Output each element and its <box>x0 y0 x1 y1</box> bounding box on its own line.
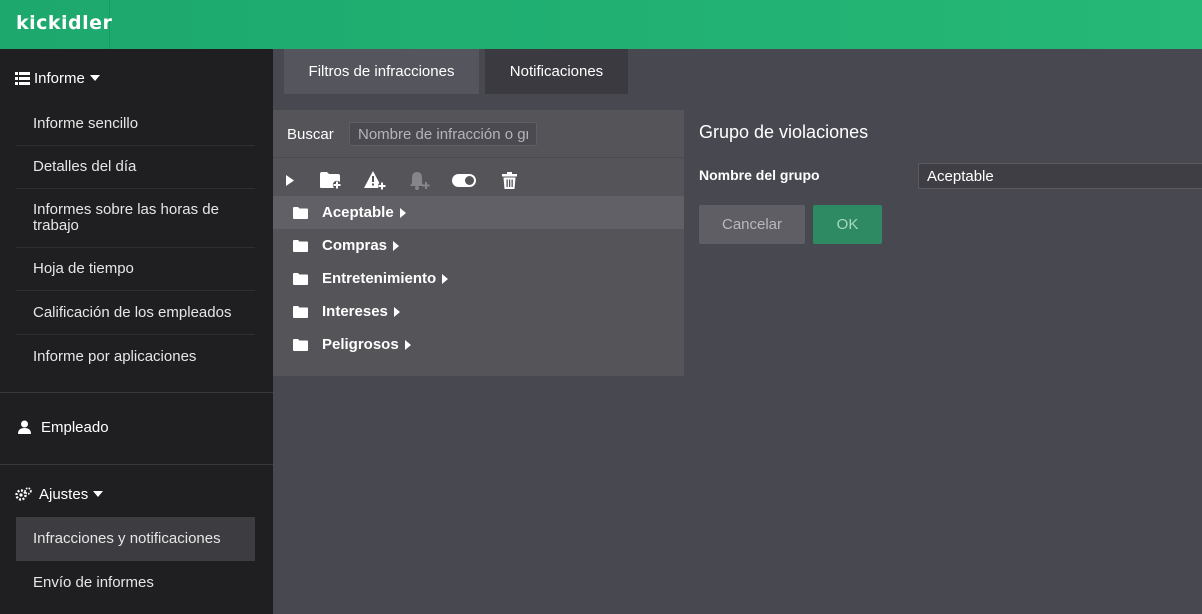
folder-icon <box>293 272 308 285</box>
tab-violation-filters[interactable]: Filtros de infracciones <box>284 49 479 94</box>
tree-item-label: Entretenimiento <box>322 270 437 287</box>
add-group-button[interactable] <box>318 167 344 193</box>
delete-button[interactable] <box>496 167 522 193</box>
sidebar-item-label: Hoja de tiempo <box>33 260 134 277</box>
folder-icon <box>293 206 308 219</box>
sidebar-item-apps-report[interactable]: Informe por aplicaciones <box>16 335 255 378</box>
sidebar-settings-header[interactable]: Ajustes <box>15 483 107 505</box>
sidebar-item-label: Detalles del día <box>33 158 137 175</box>
play-icon <box>286 174 294 186</box>
sidebar-item-employee-rating[interactable]: Calificación de los empleados <box>16 291 255 335</box>
caret-right-icon <box>399 207 406 218</box>
sidebar-item-timesheet[interactable]: Hoja de tiempo <box>16 248 255 291</box>
sidebar-item-simple-report[interactable]: Informe sencillo <box>16 102 255 146</box>
logo-box[interactable]: kickidler <box>0 0 113 49</box>
tree-item-dangerous[interactable]: Peligrosos <box>273 328 684 361</box>
group-name-input[interactable] <box>918 163 1202 189</box>
sidebar-item-day-details[interactable]: Detalles del día <box>16 146 255 189</box>
top-bar: kickidler <box>0 0 1202 49</box>
caret-right-icon <box>393 306 400 317</box>
ok-button[interactable]: OK <box>813 205 882 244</box>
sidebar-divider <box>0 392 273 393</box>
caret-down-icon <box>89 75 100 81</box>
caret-right-icon <box>393 240 400 251</box>
toggle-on-icon <box>452 173 476 187</box>
sidebar-settings-label: Ajustes <box>39 485 89 503</box>
folder-icon <box>293 338 308 351</box>
tree-item-label: Compras <box>322 237 388 254</box>
sidebar-item-report-sending[interactable]: Envío de informes <box>16 561 255 605</box>
add-notification-button[interactable] <box>407 167 433 193</box>
add-violation-button[interactable] <box>362 167 388 193</box>
tree-item-acceptable[interactable]: Aceptable <box>273 196 684 229</box>
filters-panel: Buscar Aceptable Compras Entre <box>273 110 684 376</box>
tree-toolbar <box>273 167 684 193</box>
list-icon <box>15 71 30 85</box>
bell-plus-icon <box>410 171 430 190</box>
expand-button[interactable] <box>277 167 303 193</box>
sidebar-item-label: Informe por aplicaciones <box>33 347 197 365</box>
sidebar-item-employee[interactable]: Empleado <box>18 416 109 438</box>
gears-icon <box>15 487 32 501</box>
toggle-button[interactable] <box>451 167 477 193</box>
caret-down-icon <box>93 491 104 497</box>
tree-item-shopping[interactable]: Compras <box>273 229 684 262</box>
app-logo: kickidler <box>16 12 113 34</box>
folder-icon <box>293 239 308 252</box>
search-input[interactable] <box>349 122 537 146</box>
sidebar-item-label: Envío de informes <box>33 574 154 591</box>
trash-icon <box>501 171 517 189</box>
sidebar-divider <box>0 464 273 465</box>
tree-item-entertainment[interactable]: Entretenimiento <box>273 262 684 295</box>
editor-title: Grupo de violaciones <box>699 122 869 142</box>
group-name-label: Nombre del grupo <box>699 167 820 183</box>
sidebar-item-label: Calificación de los empleados <box>33 303 232 321</box>
search-row: Buscar <box>273 110 684 158</box>
tree-item-label: Aceptable <box>322 204 394 221</box>
tree-item-label: Peligrosos <box>322 336 399 353</box>
tree-item-label: Intereses <box>322 303 388 320</box>
sidebar-employee-label: Empleado <box>41 418 109 436</box>
sidebar-item-label: Informe sencillo <box>33 114 139 132</box>
caret-right-icon <box>442 273 449 284</box>
sidebar-report-label: Informe <box>34 69 85 87</box>
cancel-button[interactable]: Cancelar <box>699 205 805 244</box>
folder-icon <box>293 305 308 318</box>
sidebar-report-header[interactable]: Informe <box>15 67 104 89</box>
sidebar-item-work-hours[interactable]: Informes sobre las horas de trabajo <box>16 189 255 248</box>
caret-right-icon <box>404 339 411 350</box>
sidebar-item-label: Informes sobre las horas de trabajo <box>33 201 219 234</box>
tab-notifications[interactable]: Notificaciones <box>485 49 628 94</box>
sidebar: Informe Informe sencillo Detalles del dí… <box>0 49 273 614</box>
warning-plus-icon <box>364 170 386 190</box>
tree-item-interests[interactable]: Intereses <box>273 295 684 328</box>
folder-plus-icon <box>320 171 342 189</box>
sidebar-item-violations-notifications[interactable]: Infracciones y notificaciones <box>16 517 255 561</box>
sidebar-item-label: Infracciones y notificaciones <box>33 530 221 547</box>
user-icon <box>18 420 31 434</box>
search-label: Buscar <box>287 126 334 143</box>
